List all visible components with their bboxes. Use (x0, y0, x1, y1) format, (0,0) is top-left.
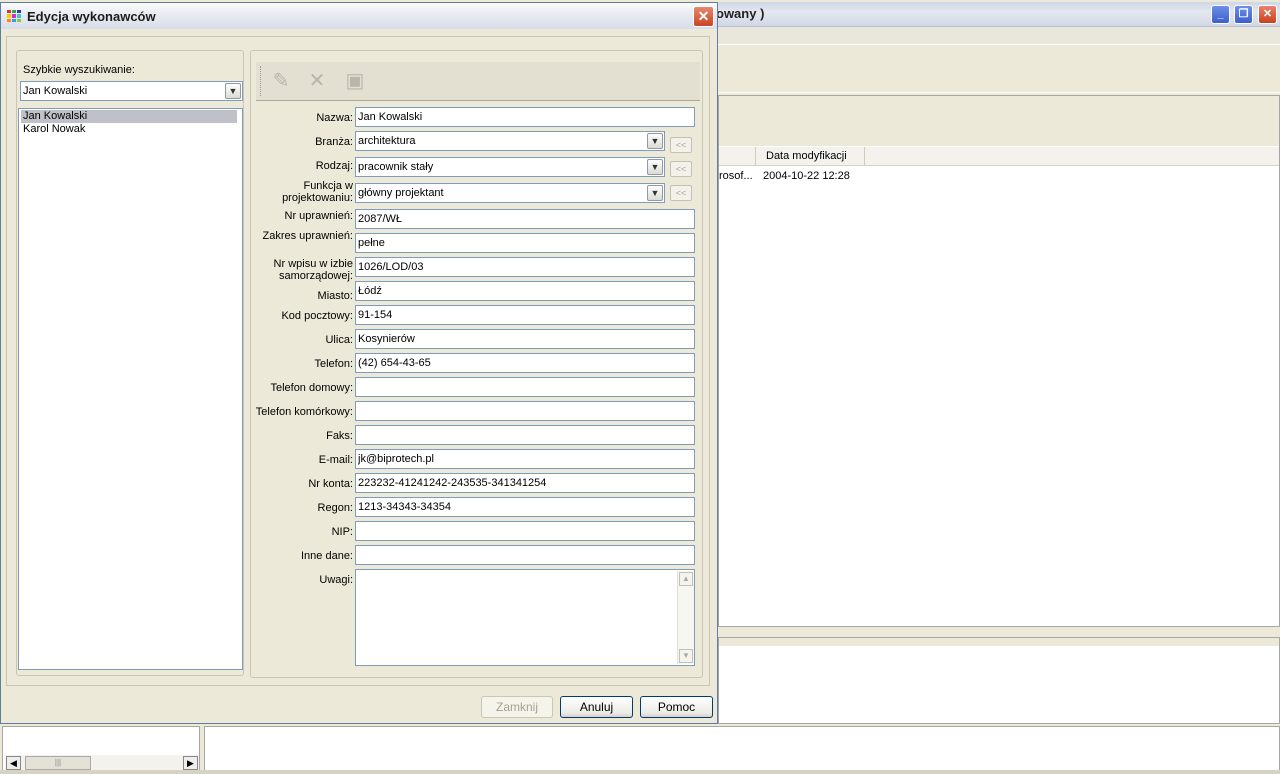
horizontal-scrollbar[interactable]: ◀ ||| ▶ (5, 755, 199, 771)
branza-history-button[interactable]: << (670, 137, 692, 153)
label-nip: NIP: (331, 526, 353, 538)
close-icon[interactable]: ✕ (1258, 5, 1277, 24)
uwagi-textarea[interactable] (355, 569, 695, 666)
inne-dane-input[interactable] (355, 545, 695, 565)
telefon-input[interactable] (355, 353, 695, 373)
scroll-right-icon[interactable]: ▶ (183, 756, 198, 770)
label-telefon: Telefon: (314, 358, 353, 370)
label-nazwa: Nazwa: (316, 112, 353, 124)
documents-panel: Data modyfikacji rosof... 2004-10-22 12:… (718, 95, 1280, 627)
contractor-list[interactable]: Jan Kowalski Karol Nowak (18, 108, 243, 670)
minimize-icon[interactable]: _ (1211, 5, 1230, 24)
chevron-down-icon[interactable]: ▼ (647, 159, 663, 175)
label-telefon-domowy: Telefon domowy: (270, 382, 353, 394)
label-nr-wpisu-2: samorządowej: (279, 270, 353, 282)
table-cell-author: rosof... (719, 170, 753, 182)
regon-input[interactable] (355, 497, 695, 517)
rodzaj-history-button[interactable]: << (670, 161, 692, 177)
scroll-left-icon[interactable]: ◀ (6, 756, 21, 770)
funkcja-history-button[interactable]: << (670, 185, 692, 201)
label-inne-dane: Inne dane: (301, 550, 353, 562)
label-regon: Regon: (317, 502, 353, 514)
close-icon[interactable]: ✕ (693, 6, 714, 27)
telefon-domowy-input[interactable] (355, 377, 695, 397)
chevron-down-icon[interactable]: ▼ (225, 83, 241, 99)
table-cell-date: 2004-10-22 12:28 (763, 170, 850, 182)
label-email: E-mail: (318, 454, 353, 466)
miasto-input[interactable] (355, 281, 695, 301)
main-window-titlebar: owany ) _ ❐ ✕ (700, 2, 1280, 27)
chevron-down-icon[interactable]: ▼ (647, 133, 663, 149)
nr-uprawnien-input[interactable] (355, 209, 695, 229)
ulica-input[interactable] (355, 329, 695, 349)
zakres-uprawnien-input[interactable] (355, 233, 695, 253)
scroll-up-icon[interactable]: ▲ (679, 572, 693, 586)
nr-wpisu-input[interactable] (355, 257, 695, 277)
cancel-button[interactable]: Anuluj (560, 696, 633, 718)
column-header-row: Data modyfikacji (719, 147, 1279, 166)
funkcja-combobox[interactable]: główny projektant ▼ (355, 183, 665, 203)
save-icon[interactable]: ▣ (342, 68, 368, 94)
close-button[interactable]: Zamknij (481, 696, 553, 718)
faks-input[interactable] (355, 425, 695, 445)
toolbar-grip (260, 66, 264, 96)
label-miasto: Miasto: (317, 290, 353, 302)
scroll-down-icon[interactable]: ▼ (679, 649, 693, 663)
label-kod-pocztowy: Kod pocztowy: (281, 310, 353, 322)
label-funkcja-2: projektowaniu: (282, 192, 353, 204)
documents-panel-header (719, 96, 1279, 146)
main-toolbar (718, 46, 1280, 93)
label-nr-uprawnien: Nr uprawnień: (284, 210, 353, 222)
dialog-title: Edycja wykonawców (27, 9, 156, 24)
funkcja-value: główny projektant (358, 187, 444, 199)
label-uwagi: Uwagi: (319, 574, 353, 586)
label-faks: Faks: (326, 430, 353, 442)
branza-value: architektura (358, 135, 416, 147)
nazwa-input[interactable] (355, 107, 695, 127)
rodzaj-combobox[interactable]: pracownik stały ▼ (355, 157, 665, 177)
main-menubar (718, 27, 1280, 45)
tree-panel: ◀ ||| ▶ (2, 726, 200, 772)
content-panel (204, 726, 1280, 772)
main-window-title: owany ) (716, 6, 765, 21)
label-rodzaj: Rodzaj: (315, 160, 353, 172)
nr-konta-input[interactable] (355, 473, 695, 493)
branza-combobox[interactable]: architektura ▼ (355, 131, 665, 151)
chevron-down-icon[interactable]: ▼ (647, 185, 663, 201)
search-combobox[interactable]: Jan Kowalski ▼ (20, 81, 243, 101)
status-bar (0, 770, 1280, 774)
app-icon (7, 10, 21, 22)
rodzaj-value: pracownik stały (358, 161, 434, 173)
telefon-komorkowy-input[interactable] (355, 401, 695, 421)
label-zakres-uprawnien: Zakres uprawnień: (262, 230, 354, 242)
dialog-titlebar[interactable]: Edycja wykonawców ✕ (1, 3, 717, 29)
form-toolbar: ✎ ✕ ▣ (256, 62, 700, 101)
label-nr-konta: Nr konta: (308, 478, 353, 490)
details-panel (718, 637, 1280, 724)
restore-icon[interactable]: ❐ (1234, 5, 1253, 24)
search-combobox-value: Jan Kowalski (23, 85, 88, 97)
table-row[interactable]: rosof... 2004-10-22 12:28 (719, 168, 1279, 184)
label-ulica: Ulica: (325, 334, 353, 346)
edit-icon[interactable]: ✎ (268, 68, 294, 94)
label-branza: Branża: (315, 136, 353, 148)
kod-pocztowy-input[interactable] (355, 305, 695, 325)
notes-scrollbar[interactable]: ▲ ▼ (677, 571, 694, 664)
scroll-thumb[interactable]: ||| (25, 756, 91, 770)
list-item[interactable]: Jan Kowalski (21, 110, 237, 123)
help-button[interactable]: Pomoc (640, 696, 713, 718)
label-funkcja-1: Funkcja w (303, 180, 353, 192)
label-nr-wpisu-1: Nr wpisu w izbie (273, 258, 353, 270)
label-telefon-komorkowy: Telefon komórkowy: (255, 406, 353, 418)
column-header-date[interactable]: Data modyfikacji (755, 147, 865, 165)
nip-input[interactable] (355, 521, 695, 541)
delete-icon[interactable]: ✕ (304, 68, 330, 94)
list-item[interactable]: Karol Nowak (21, 123, 237, 136)
search-label: Szybkie wyszukiwanie: (23, 64, 135, 76)
email-input[interactable] (355, 449, 695, 469)
